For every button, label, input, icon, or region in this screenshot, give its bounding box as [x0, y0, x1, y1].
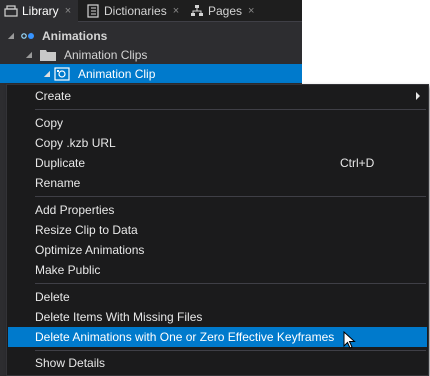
animations-icon: [20, 30, 36, 42]
expand-caret-icon[interactable]: ◢: [42, 69, 52, 78]
mouse-pointer-icon: [343, 330, 357, 351]
menu-separator: [35, 109, 426, 110]
menu-item-copy[interactable]: Copy: [8, 113, 427, 133]
tab-dictionaries-label: Dictionaries: [104, 4, 167, 18]
tab-library-label: Library: [22, 4, 59, 18]
menu-item-label: Duplicate: [35, 156, 86, 170]
tab-library[interactable]: Library ×: [0, 0, 78, 22]
menu-item-show-details[interactable]: Show Details: [8, 353, 427, 373]
tab-bar: Library × Dictionaries × Pages ×: [0, 0, 302, 22]
tree-item-animation-clips[interactable]: ◢ Animation Clips: [0, 45, 302, 64]
menu-item-label: Optimize Animations: [35, 243, 145, 257]
menu-item-optimize-animations[interactable]: Optimize Animations: [8, 240, 427, 260]
menu-item-label: Rename: [35, 176, 81, 190]
menu-item-label: Copy .kzb URL: [35, 136, 116, 150]
close-icon[interactable]: ×: [65, 5, 71, 17]
menu-item-label: Copy: [35, 116, 64, 130]
menu-item-label: Create: [35, 89, 72, 103]
menu-item-label: Delete Items With Missing Files: [35, 310, 203, 324]
close-icon[interactable]: ×: [248, 5, 254, 17]
shortcut-label: Ctrl+D: [340, 156, 375, 170]
tree-label-animations: Animations: [42, 28, 108, 43]
menu-item-add-properties[interactable]: Add Properties: [8, 200, 427, 220]
screen: Library × Dictionaries × Pages × ◢ Anima…: [0, 0, 430, 376]
menu-item-label: Make Public: [35, 263, 101, 277]
expand-caret-icon[interactable]: ◢: [6, 31, 16, 40]
tree-item-animations[interactable]: ◢ Animations: [0, 26, 302, 45]
tab-pages[interactable]: Pages ×: [186, 0, 266, 22]
dictionary-icon: [86, 4, 100, 18]
tab-pages-label: Pages: [208, 4, 243, 18]
library-icon: [4, 4, 18, 18]
submenu-arrow-icon: [416, 92, 420, 100]
pages-tree-icon: [190, 4, 204, 18]
menu-item-delete-missing-files[interactable]: Delete Items With Missing Files: [8, 307, 427, 327]
menu-item-delete-zero-keyframes[interactable]: Delete Animations with One or Zero Effec…: [8, 327, 427, 347]
menu-item-duplicate[interactable]: Duplicate Ctrl+D: [8, 153, 427, 173]
menu-item-label: Delete Animations with One or Zero Effec…: [35, 330, 335, 344]
menu-separator: [35, 283, 426, 284]
menu-item-copy-kzb-url[interactable]: Copy .kzb URL: [8, 133, 427, 153]
tab-dictionaries[interactable]: Dictionaries ×: [82, 0, 182, 22]
menu-item-resize-clip[interactable]: Resize Clip to Data: [8, 220, 427, 240]
animation-clip-icon: [54, 66, 70, 81]
menu-item-label: Add Properties: [35, 203, 115, 217]
menu-item-label: Resize Clip to Data: [35, 223, 138, 237]
menu-item-make-public[interactable]: Make Public: [8, 260, 427, 280]
menu-item-label: Show Details: [35, 356, 106, 370]
menu-item-label: Delete: [35, 290, 70, 304]
menu-separator: [35, 350, 426, 351]
tree-label-animation-clips: Animation Clips: [64, 47, 148, 62]
menu-item-rename[interactable]: Rename: [8, 173, 427, 193]
tree-item-animation-clip[interactable]: ◢ Animation Clip: [0, 64, 302, 83]
close-icon[interactable]: ×: [173, 5, 179, 17]
tree-label-animation-clip: Animation Clip: [78, 66, 156, 81]
context-menu: Create Copy Copy .kzb URL Duplicate Ctrl…: [6, 84, 429, 376]
menu-separator: [35, 196, 426, 197]
menu-item-delete[interactable]: Delete: [8, 287, 427, 307]
menu-item-create[interactable]: Create: [8, 86, 427, 106]
expand-caret-icon[interactable]: ◢: [24, 50, 34, 59]
folder-icon: [40, 49, 56, 61]
